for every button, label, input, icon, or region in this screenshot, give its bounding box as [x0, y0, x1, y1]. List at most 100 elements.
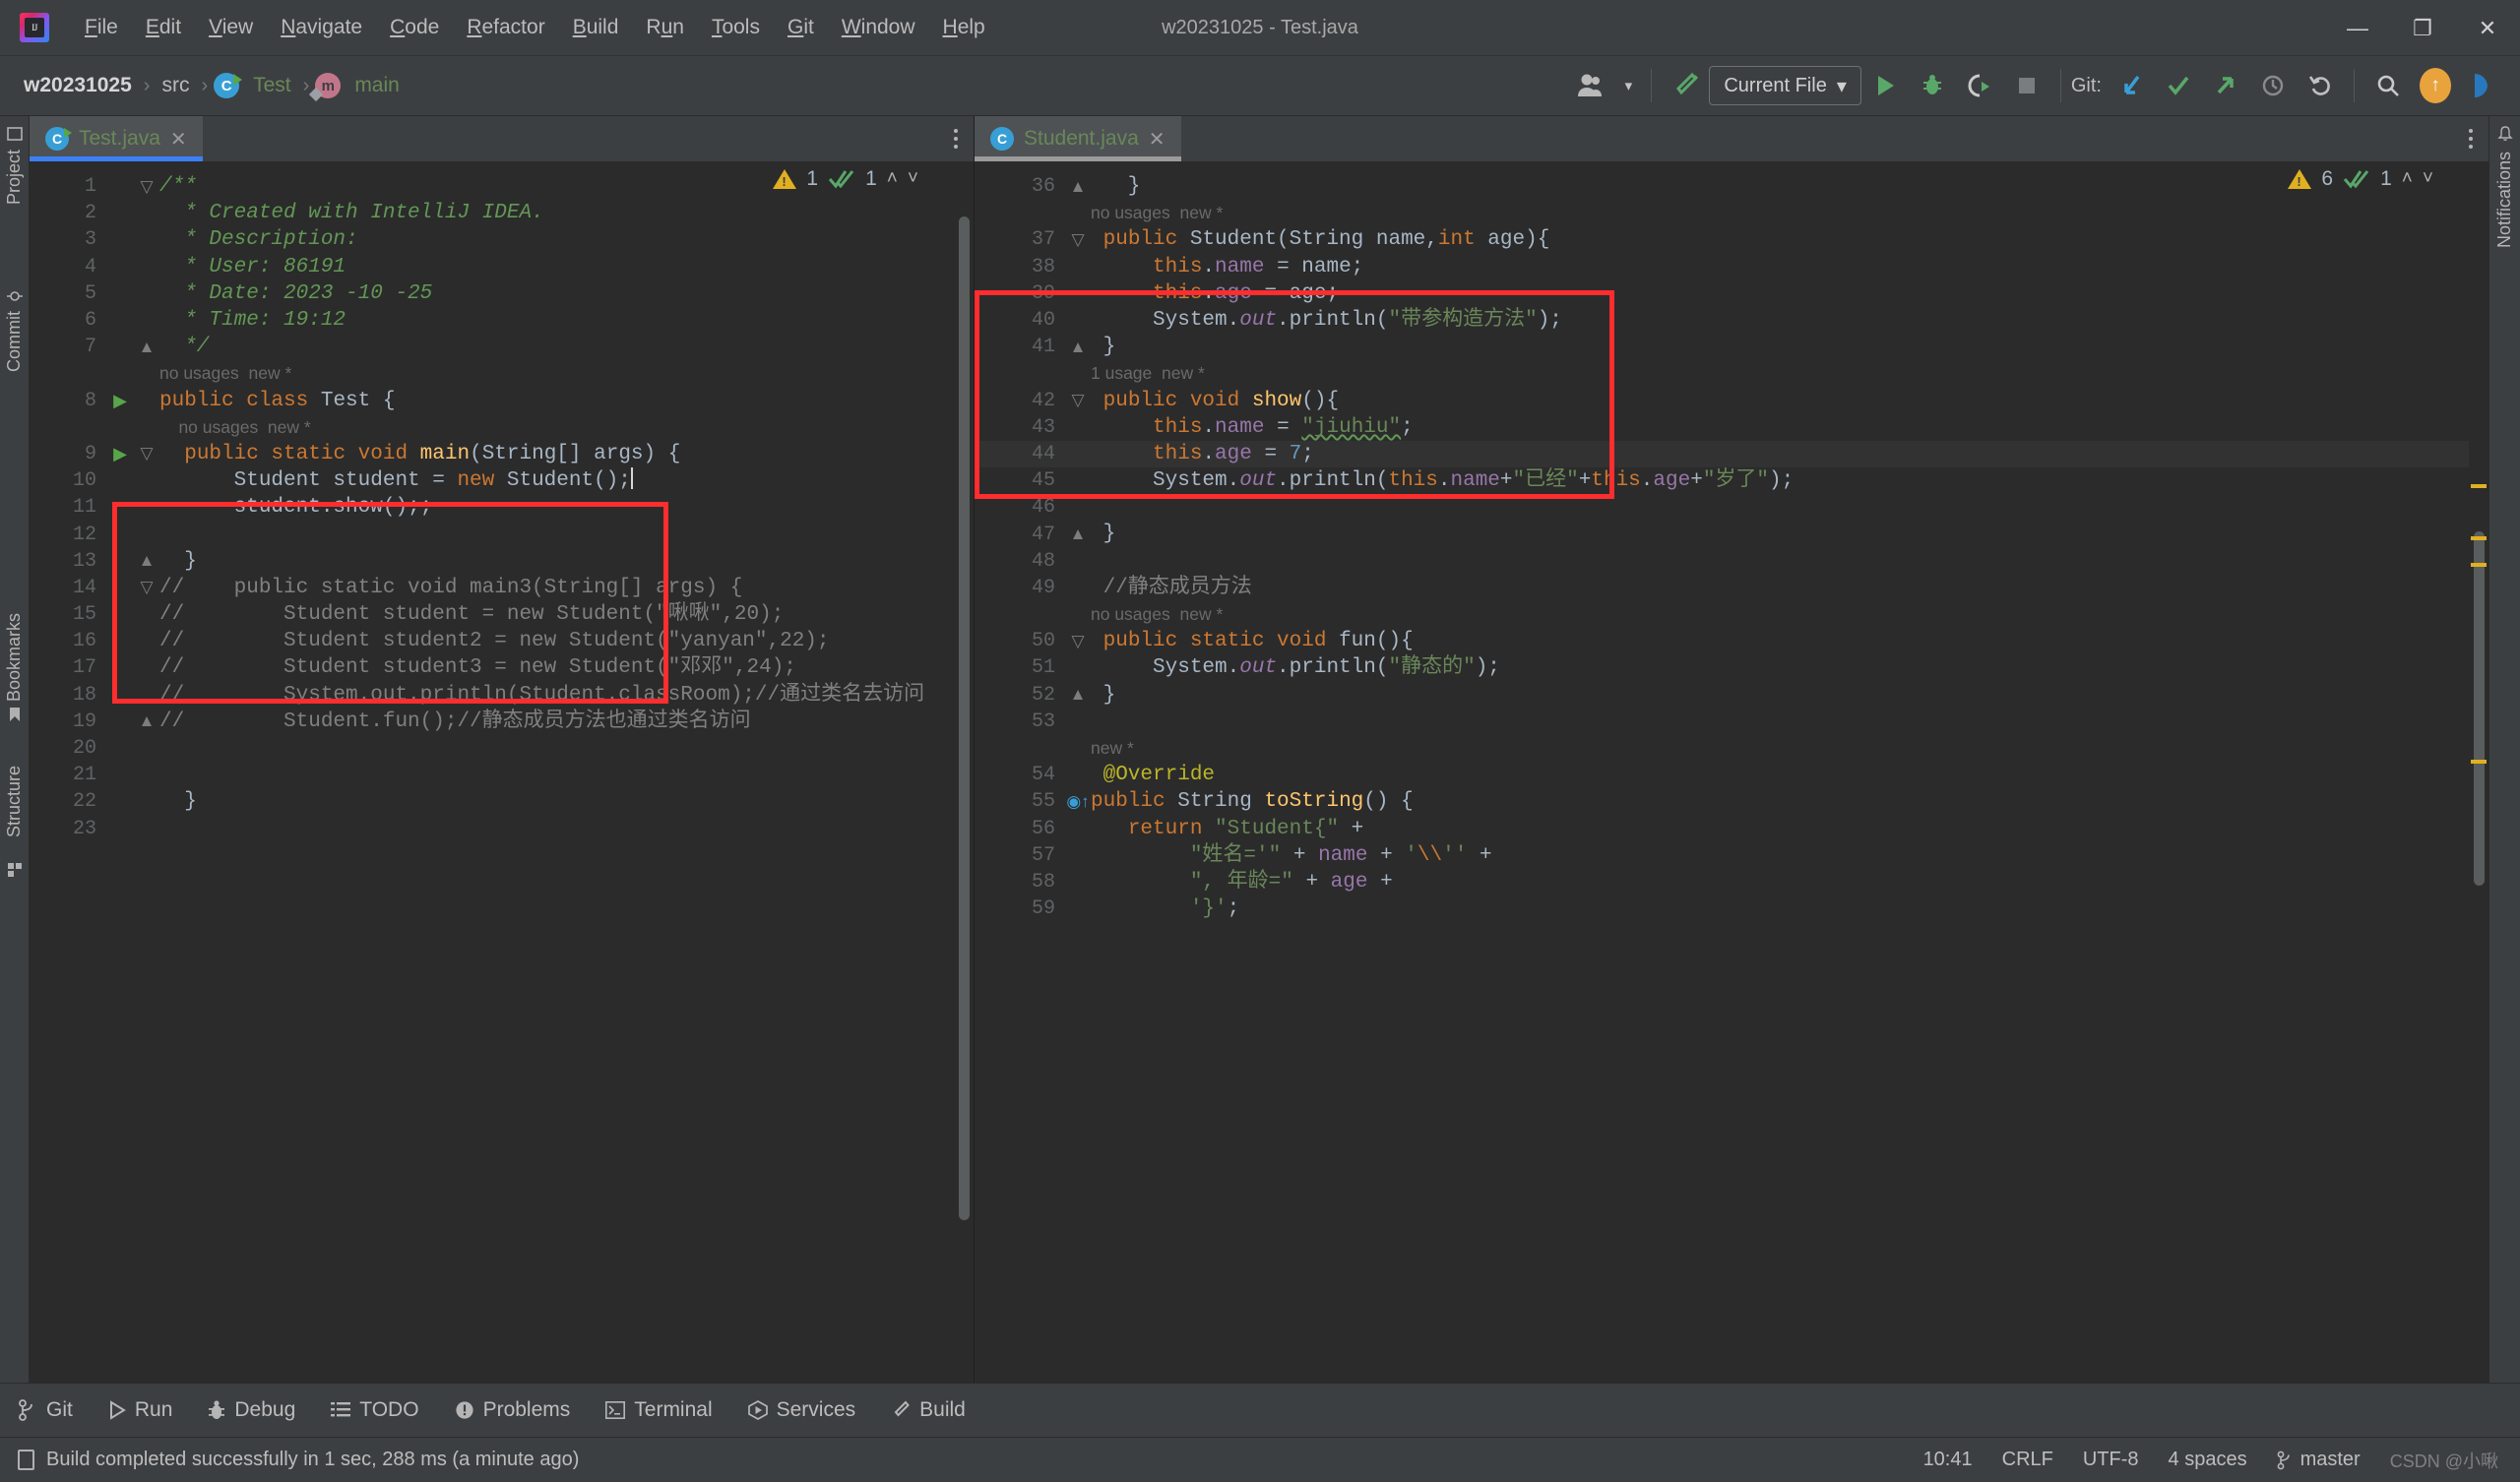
fold-icon[interactable]: ▲: [134, 711, 159, 731]
bottom-tool-services[interactable]: Services: [730, 1398, 874, 1422]
bottom-tool-git[interactable]: Git: [0, 1398, 91, 1422]
inspection-widget-right[interactable]: 6 1 ˄ ˅: [2288, 167, 2433, 191]
menu-window[interactable]: Window: [828, 12, 929, 43]
commit-toolwindow-icon[interactable]: [7, 288, 23, 304]
menu-build[interactable]: Build: [559, 12, 633, 43]
fold-icon[interactable]: ▽: [1065, 632, 1091, 651]
line-separator[interactable]: CRLF: [2002, 1449, 2053, 1471]
menu-code[interactable]: Code: [376, 12, 453, 43]
maximize-button[interactable]: ❐: [2390, 0, 2455, 56]
usage-hint[interactable]: no usages new *: [1091, 200, 1223, 226]
menu-file[interactable]: File: [71, 12, 132, 43]
bottom-tool-terminal[interactable]: Terminal: [588, 1398, 729, 1422]
close-button[interactable]: ✕: [2455, 0, 2520, 56]
menu-refactor[interactable]: Refactor: [453, 12, 558, 43]
bookmarks-toolwindow-icon[interactable]: [7, 707, 23, 722]
caret-position[interactable]: 10:41: [1923, 1449, 1973, 1471]
editor-options-kebab-icon[interactable]: [938, 116, 974, 161]
debug-bug-icon[interactable]: [1909, 64, 1956, 107]
build-hammer-icon[interactable]: [1662, 64, 1709, 107]
tab-test-java[interactable]: C Test.java ✕: [30, 116, 203, 161]
run-method-icon[interactable]: ▶: [106, 444, 134, 464]
warning-marker[interactable]: [2471, 536, 2487, 540]
menu-git[interactable]: Git: [774, 12, 828, 43]
next-problem-icon[interactable]: ˅: [908, 168, 918, 190]
git-update-icon[interactable]: [2108, 64, 2155, 107]
editor-options-kebab-icon[interactable]: [2453, 116, 2488, 161]
breadcrumb-src[interactable]: src: [156, 74, 195, 97]
bottom-tool-run[interactable]: Run: [91, 1398, 191, 1422]
menu-run[interactable]: Run: [632, 12, 698, 43]
git-push-icon[interactable]: [2202, 64, 2249, 107]
build-status[interactable]: Build completed successfully in 1 sec, 2…: [18, 1449, 579, 1471]
warning-marker[interactable]: [2471, 484, 2487, 488]
breadcrumb-project[interactable]: w20231025: [18, 74, 138, 97]
usage-hint[interactable]: no usages new *: [159, 360, 291, 387]
prev-problem-icon[interactable]: ˄: [2402, 168, 2413, 190]
breadcrumb-method[interactable]: main: [348, 74, 406, 97]
sidebar-item-notifications[interactable]: Notifications: [2494, 152, 2515, 248]
bottom-tool-build[interactable]: Build: [873, 1398, 983, 1422]
sidebar-item-bookmarks[interactable]: Bookmarks: [4, 613, 25, 702]
fold-icon[interactable]: ▽: [134, 444, 159, 463]
indent-setting[interactable]: 4 spaces: [2169, 1449, 2247, 1471]
close-icon[interactable]: ✕: [1149, 127, 1166, 152]
fold-icon[interactable]: ▲: [1065, 338, 1091, 357]
close-icon[interactable]: ✕: [170, 127, 187, 152]
usage-hint[interactable]: new *: [1091, 735, 1134, 762]
warning-marker[interactable]: [2471, 563, 2487, 567]
menu-navigate[interactable]: Navigate: [267, 12, 376, 43]
fold-icon[interactable]: ▽: [1065, 230, 1091, 250]
editor-scrollbar-right[interactable]: [2469, 207, 2488, 1413]
fold-icon[interactable]: ▲: [134, 338, 159, 357]
tab-student-java[interactable]: C Student.java ✕: [975, 116, 1181, 161]
breadcrumb-class[interactable]: Test: [247, 74, 297, 97]
fold-icon[interactable]: ▲: [1065, 525, 1091, 544]
usage-hint[interactable]: 1 usage new *: [1091, 360, 1205, 387]
run-configuration-selector[interactable]: Current File ▾: [1709, 66, 1861, 105]
fold-icon[interactable]: ▽: [1065, 391, 1091, 410]
sidebar-item-structure[interactable]: Structure: [4, 766, 25, 837]
code-editor-right[interactable]: 36 ▲ } no usages new * 37 ▽ public Student…: [975, 161, 2488, 1413]
editor-scrollbar-left[interactable]: [954, 207, 974, 1413]
menu-edit[interactable]: Edit: [132, 12, 195, 43]
scrollbar-thumb[interactable]: [2474, 531, 2485, 886]
git-rollback-icon[interactable]: [2297, 64, 2344, 107]
project-toolwindow-icon[interactable]: [7, 126, 23, 142]
fold-icon[interactable]: ▽: [134, 177, 159, 197]
fold-icon[interactable]: ▽: [134, 578, 159, 597]
inspection-widget-left[interactable]: 1 1 ˄ ˅: [773, 167, 918, 191]
sidebar-item-commit[interactable]: Commit: [4, 311, 25, 372]
warning-marker[interactable]: [2471, 760, 2487, 764]
run-with-coverage-icon[interactable]: [1956, 64, 2003, 107]
notifications-toolwindow-icon[interactable]: [2497, 126, 2513, 142]
usage-hint[interactable]: no usages new *: [1091, 601, 1223, 628]
bottom-tool-debug[interactable]: Debug: [190, 1398, 313, 1422]
git-history-icon[interactable]: [2249, 64, 2297, 107]
code-editor-left[interactable]: 1 ▽/** 2 * Created with IntelliJ IDEA. 3 …: [30, 161, 974, 1413]
ide-assistant-icon[interactable]: [2459, 64, 2506, 107]
fold-icon[interactable]: ▲: [134, 551, 159, 571]
fold-icon[interactable]: ▲: [1065, 685, 1091, 705]
update-available-icon[interactable]: ↑: [2412, 64, 2459, 107]
minimize-button[interactable]: —: [2325, 0, 2390, 56]
profile-icon[interactable]: [1568, 64, 1615, 107]
menu-view[interactable]: View: [195, 12, 267, 43]
next-problem-icon[interactable]: ˅: [2423, 168, 2433, 190]
usage-hint[interactable]: no usages new *: [159, 414, 310, 441]
menu-tools[interactable]: Tools: [698, 12, 774, 43]
profile-dropdown-caret-icon[interactable]: ▾: [1615, 64, 1641, 107]
fold-icon[interactable]: ▲: [1065, 177, 1091, 197]
file-encoding[interactable]: UTF-8: [2083, 1449, 2139, 1471]
structure-toolwindow-icon[interactable]: [7, 862, 23, 878]
override-marker-icon[interactable]: ◉↑: [1065, 792, 1091, 812]
search-icon[interactable]: [2364, 64, 2412, 107]
menu-help[interactable]: Help: [929, 12, 999, 43]
run-method-icon[interactable]: ▶: [106, 391, 134, 411]
git-branch-widget[interactable]: master: [2277, 1449, 2361, 1471]
sidebar-item-project[interactable]: Project: [4, 150, 25, 205]
bottom-tool-problems[interactable]: Problems: [437, 1398, 589, 1422]
run-icon[interactable]: [1861, 64, 1909, 107]
scrollbar-thumb[interactable]: [959, 216, 970, 1220]
git-commit-icon[interactable]: [2155, 64, 2202, 107]
